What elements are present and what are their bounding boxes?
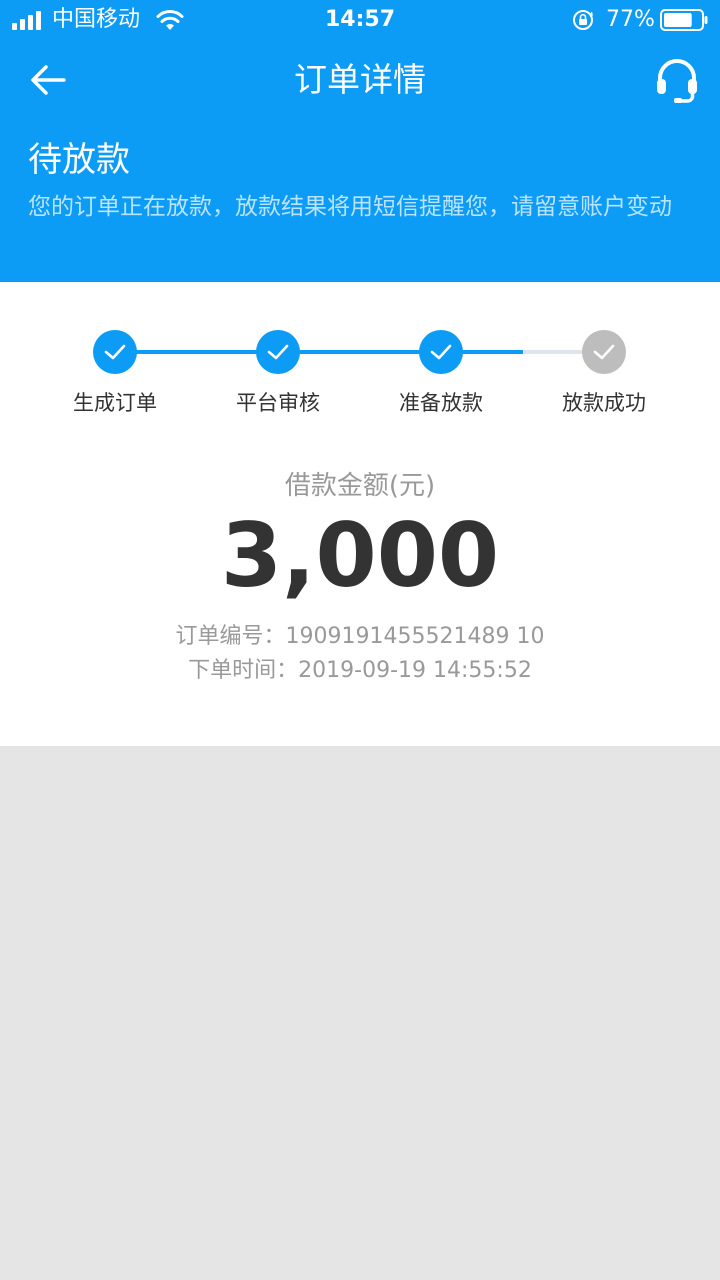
progress-stepper: 生成订单 平台审核 准备放款 放款成功 xyxy=(0,282,720,432)
check-icon xyxy=(104,344,126,360)
step-1-label: 生成订单 xyxy=(73,391,157,415)
check-icon xyxy=(267,344,289,360)
order-status-description: 您的订单正在放款，放款结果将用短信提醒您，请留意账户变动 xyxy=(28,194,672,220)
step-connector xyxy=(278,350,441,354)
step-1-indicator xyxy=(93,330,137,374)
order-detail-screen: 中国移动 14:57 77% 订单详情 待放款 您的订单正在放款，放款结果将用短… xyxy=(0,0,720,1280)
order-number-label: 订单编号： xyxy=(175,624,286,649)
step-4-indicator xyxy=(582,330,626,374)
rotation-lock-icon xyxy=(573,10,593,30)
header-panel: 中国移动 14:57 77% 订单详情 待放款 您的订单正在放款，放款结果将用短… xyxy=(0,0,720,282)
step-4-label: 放款成功 xyxy=(562,391,646,415)
order-status-title: 待放款 xyxy=(28,140,130,180)
headset-icon[interactable] xyxy=(654,58,700,104)
check-icon xyxy=(593,344,615,360)
loan-amount-label: 借款金额(元) xyxy=(284,471,436,501)
check-icon xyxy=(430,344,452,360)
step-3-label: 准备放款 xyxy=(399,391,483,415)
step-3-indicator xyxy=(419,330,463,374)
battery-percent: 77% xyxy=(606,7,655,32)
order-time-value: 2019-09-19 14:55:52 xyxy=(298,658,532,683)
loan-amount: 3,000 xyxy=(220,504,500,607)
nav-bar: 订单详情 xyxy=(0,40,720,122)
step-2-indicator xyxy=(256,330,300,374)
order-time-row: 下单时间：2019-09-19 14:55:52 xyxy=(0,656,720,686)
step-2-label: 平台审核 xyxy=(236,391,320,415)
order-time-label: 下单时间： xyxy=(188,658,299,683)
page-title: 订单详情 xyxy=(294,60,426,99)
order-number-row: 订单编号：1909191455521489 10 xyxy=(0,622,720,652)
battery-icon xyxy=(660,9,708,31)
order-number-value: 1909191455521489 10 xyxy=(285,624,545,649)
order-card: 生成订单 平台审核 准备放款 放款成功 借款金额(元) 3,000 订单编号：1… xyxy=(0,282,720,746)
step-connector xyxy=(115,350,278,354)
status-bar: 中国移动 14:57 77% xyxy=(0,0,720,40)
